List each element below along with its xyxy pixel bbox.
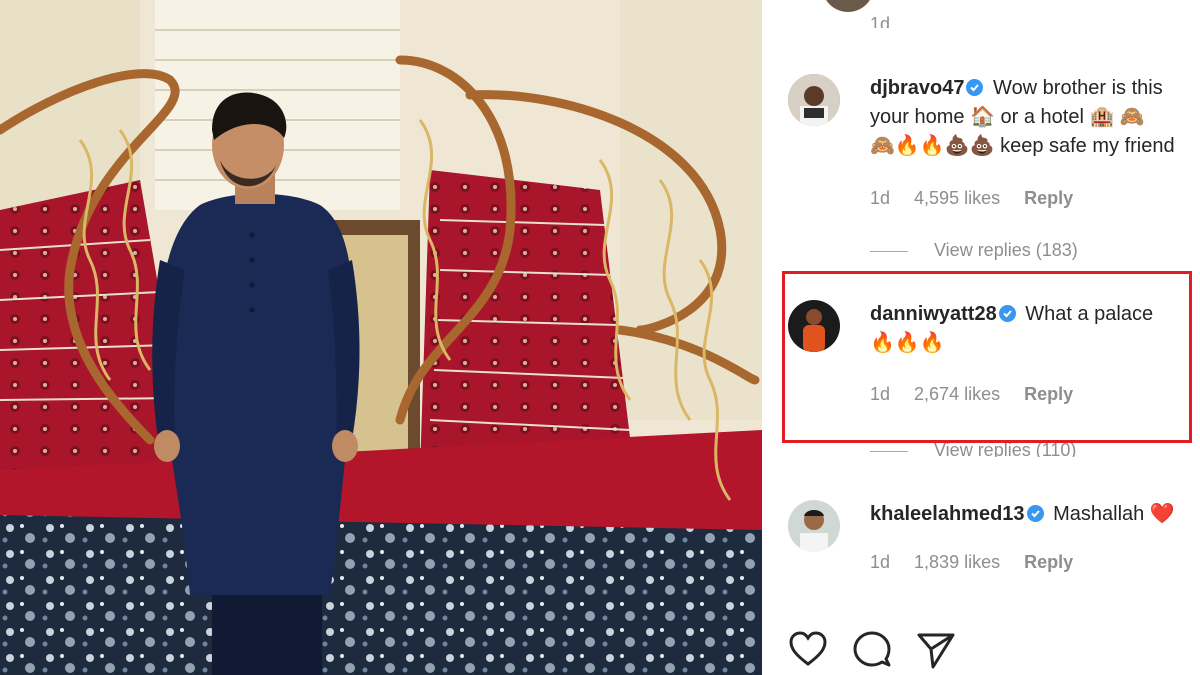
view-replies-label: View replies (183) — [934, 240, 1078, 260]
username-link[interactable]: khaleelahmed13 — [870, 503, 1025, 525]
avatar[interactable] — [788, 74, 840, 126]
comment-djbravo47: djbravo47 Wow brother is this your home … — [788, 74, 1200, 274]
verified-badge-icon — [966, 79, 984, 96]
reply-button[interactable]: Reply — [1024, 552, 1073, 572]
share-icon[interactable] — [916, 630, 960, 674]
likes-count[interactable]: 4,595 likes — [914, 188, 1000, 208]
avatar[interactable] — [788, 500, 840, 552]
comment-line: Wow brother is this — [993, 77, 1163, 99]
top-partial-avatar — [822, 0, 874, 12]
likes-count[interactable]: 1,839 likes — [914, 552, 1000, 572]
reply-button[interactable]: Reply — [1024, 188, 1073, 208]
palace-staircase-image — [0, 0, 762, 675]
comment-time: 1d — [870, 188, 891, 208]
username-link[interactable]: djbravo47 — [870, 77, 964, 99]
heart-icon[interactable] — [788, 630, 832, 674]
comment-khaleelahmed13: khaleelahmed13 Mashallah ❤️ 1d 1,839 like… — [788, 500, 1200, 590]
comment-line: 🙈🔥🔥💩💩 keep safe my friend — [870, 135, 1175, 157]
comment-line: your home 🏠 or a hotel 🏨 🙈 — [870, 106, 1145, 128]
divider-line — [870, 450, 908, 452]
comment-icon[interactable] — [852, 630, 896, 674]
comment-meta: 1d 4,595 likes Reply — [870, 188, 1097, 209]
comment-line: Mashallah ❤️ — [1053, 503, 1175, 525]
verified-badge-icon — [1026, 505, 1044, 522]
highlight-box — [782, 271, 1192, 443]
comment-text: djbravo47 Wow brother is this your home … — [870, 74, 1200, 161]
comment-time: 1d — [870, 552, 891, 572]
divider-line — [870, 250, 908, 252]
view-replies-button[interactable]: View replies (183) — [870, 240, 1078, 261]
top-timestamp-fragment: 1d — [870, 14, 891, 28]
comment-text: khaleelahmed13 Mashallah ❤️ — [870, 500, 1200, 529]
post-photo — [0, 0, 762, 675]
comment-meta: 1d 1,839 likes Reply — [870, 552, 1097, 573]
